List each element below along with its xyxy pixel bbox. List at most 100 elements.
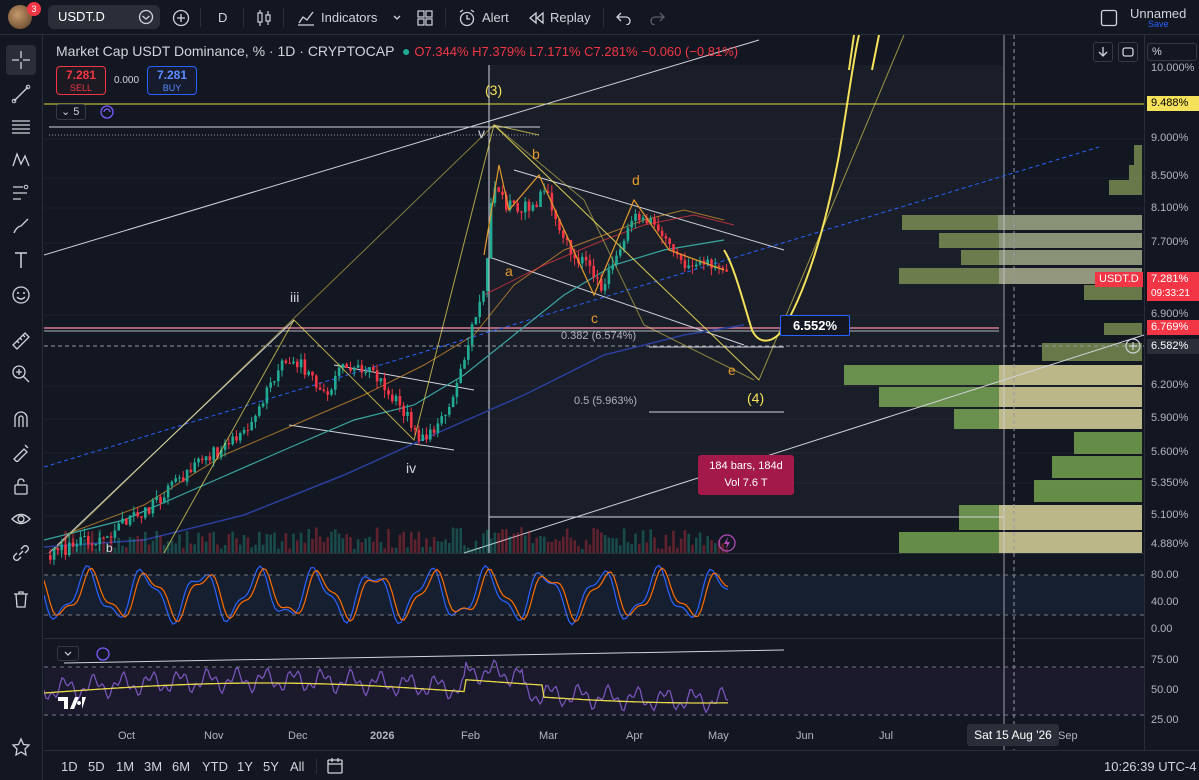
range-6m[interactable]: 6M bbox=[172, 759, 190, 774]
trend-line-tool[interactable] bbox=[6, 79, 36, 109]
magnet-tool[interactable] bbox=[6, 404, 36, 434]
chart-canvas[interactable] bbox=[44, 35, 1144, 750]
undo-icon bbox=[616, 12, 631, 25]
candle-body bbox=[387, 390, 390, 395]
candle-body bbox=[170, 481, 174, 486]
time-label: Apr bbox=[626, 730, 644, 742]
indicators-button[interactable]: Indicators bbox=[297, 0, 377, 35]
favorites-tool[interactable] bbox=[6, 732, 36, 762]
stoch-tick: 80.00 bbox=[1151, 569, 1179, 581]
range-5y[interactable]: 5Y bbox=[263, 759, 279, 774]
layout-menu-button[interactable] bbox=[1100, 0, 1118, 35]
sync-icon[interactable] bbox=[99, 104, 115, 120]
add-alert-icon[interactable] bbox=[1125, 338, 1141, 354]
range-5d[interactable]: 5D bbox=[88, 759, 105, 774]
candle-body bbox=[235, 436, 238, 441]
volume-bar bbox=[668, 545, 671, 553]
volume-bar bbox=[660, 548, 664, 553]
lock-tool[interactable] bbox=[6, 471, 36, 501]
volume-bar bbox=[421, 546, 424, 553]
range-3m[interactable]: 3M bbox=[144, 759, 162, 774]
volume-bar bbox=[90, 531, 94, 553]
legend-title[interactable]: Market Cap USDT Dominance, % · 1D · CRYP… bbox=[56, 43, 394, 59]
volume-bar bbox=[75, 542, 79, 553]
drawing-mode-tool[interactable] bbox=[6, 437, 36, 467]
candle-body bbox=[288, 362, 291, 364]
candle-body bbox=[204, 456, 208, 461]
redo-button[interactable] bbox=[649, 0, 665, 35]
volume-bar bbox=[695, 537, 698, 553]
candle-body bbox=[254, 415, 257, 422]
visibility-tool[interactable] bbox=[6, 504, 36, 534]
range-1d[interactable]: 1D bbox=[61, 759, 78, 774]
clock-timezone[interactable]: 10:26:39 UTC-4 bbox=[1104, 759, 1197, 774]
emoji-tool[interactable] bbox=[6, 280, 36, 310]
layouts-button[interactable] bbox=[417, 0, 433, 35]
time-label: Feb bbox=[461, 730, 480, 742]
volume-bar bbox=[128, 537, 132, 553]
sell-button[interactable]: 7.281 SELL bbox=[56, 66, 106, 95]
scroll-to-end-button[interactable] bbox=[1093, 42, 1113, 62]
volume-bar bbox=[683, 530, 687, 553]
volume-bar bbox=[155, 530, 158, 553]
volume-bar bbox=[379, 542, 383, 553]
volume-bar bbox=[664, 534, 668, 553]
horizontal-lines-icon bbox=[12, 120, 30, 134]
buy-button[interactable]: 7.281 BUY bbox=[147, 66, 197, 95]
volume-bar bbox=[497, 532, 500, 553]
volume-bar bbox=[197, 532, 200, 553]
candle-body bbox=[345, 364, 348, 368]
fullscreen-button[interactable] bbox=[1118, 42, 1138, 62]
pattern-tool[interactable] bbox=[6, 145, 36, 175]
range-all[interactable]: All bbox=[290, 759, 304, 774]
crosshair-date-label: Sat 15 Aug '26 bbox=[967, 724, 1059, 746]
volume-bar bbox=[691, 544, 694, 553]
square-icon bbox=[1100, 9, 1118, 26]
candle-body bbox=[482, 291, 485, 302]
target-callout[interactable]: 6.552% bbox=[780, 315, 850, 336]
add-symbol-button[interactable] bbox=[172, 0, 190, 35]
alert-button[interactable]: Alert bbox=[458, 0, 509, 35]
remove-drawings-tool[interactable] bbox=[6, 584, 36, 614]
interval-button[interactable]: D bbox=[218, 0, 227, 35]
rsi-collapse-button[interactable] bbox=[57, 646, 79, 661]
chevron-down-icon bbox=[64, 651, 72, 656]
candle-body bbox=[596, 277, 599, 279]
forecast-tool[interactable] bbox=[6, 178, 36, 208]
zoom-tool[interactable] bbox=[6, 359, 36, 389]
undo-button[interactable] bbox=[616, 0, 632, 35]
time-label: Jul bbox=[879, 730, 894, 742]
brush-tool[interactable] bbox=[6, 211, 36, 241]
price-axis[interactable]: % 10.000% 9.000% 8.500% 8.100% 7.700% 6.… bbox=[1095, 35, 1199, 750]
range-1y[interactable]: 1Y bbox=[237, 759, 253, 774]
replay-button[interactable]: Replay bbox=[528, 0, 590, 35]
rsi-sync-icon[interactable] bbox=[95, 646, 111, 662]
calendar-icon[interactable] bbox=[326, 757, 344, 775]
price-chart[interactable] bbox=[44, 35, 1144, 750]
buy-label: BUY bbox=[162, 83, 182, 93]
indicators-collapse-button[interactable]: ⌄ 5 bbox=[56, 104, 86, 120]
chart-type-button[interactable] bbox=[256, 0, 272, 35]
range-ytd[interactable]: YTD bbox=[202, 759, 228, 774]
symbol-search[interactable]: USDT.D bbox=[48, 5, 160, 29]
volume-bar bbox=[113, 547, 117, 553]
measure-tool[interactable] bbox=[6, 326, 36, 356]
lightning-icon[interactable] bbox=[718, 534, 736, 552]
wave-c-label: c bbox=[591, 310, 598, 326]
candle-body bbox=[364, 372, 367, 374]
indicators-dropdown[interactable] bbox=[392, 0, 402, 35]
candle-body bbox=[535, 204, 538, 207]
candle-body bbox=[398, 396, 402, 406]
save-status[interactable]: Save bbox=[1148, 19, 1169, 29]
volume-bar bbox=[429, 546, 432, 553]
scale-unit-button[interactable]: % bbox=[1147, 43, 1197, 61]
fib-tool[interactable] bbox=[6, 112, 36, 142]
text-tool[interactable] bbox=[6, 245, 36, 275]
candle-body bbox=[478, 301, 481, 318]
compare-icon[interactable] bbox=[138, 9, 154, 25]
range-1m[interactable]: 1M bbox=[116, 759, 134, 774]
volume-bar bbox=[467, 547, 470, 553]
link-tool[interactable] bbox=[6, 538, 36, 568]
crosshair-tool[interactable] bbox=[6, 45, 36, 75]
candle-body bbox=[166, 485, 170, 498]
